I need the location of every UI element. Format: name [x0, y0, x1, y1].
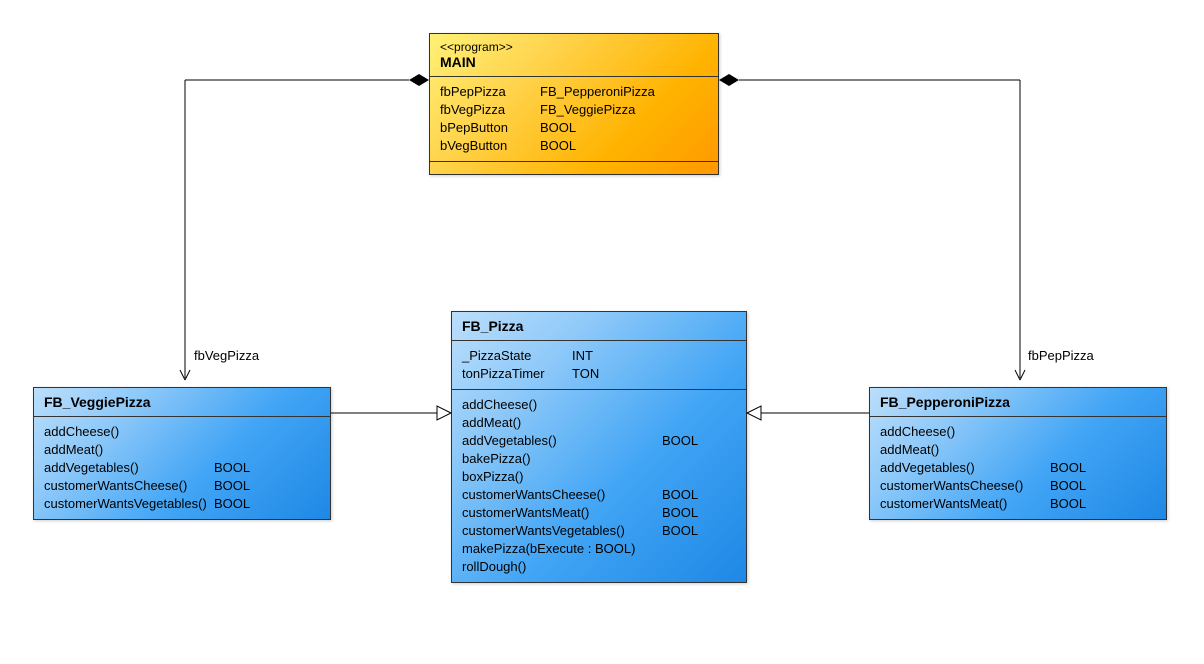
class-pepperoni-header: FB_PepperoniPizza [870, 388, 1166, 417]
method-row: customerWantsCheese()BOOL [880, 477, 1156, 495]
generalization-pepperoni-pizza [747, 406, 869, 420]
attr-name: tonPizzaTimer [462, 365, 572, 383]
class-veggie-header: FB_VeggiePizza [34, 388, 330, 417]
method-name: rollDough() [462, 558, 662, 576]
method-row: boxPizza() [462, 468, 736, 486]
class-main-attrs: fbPepPizzaFB_PepperoniPizza fbVegPizzaFB… [430, 77, 718, 162]
method-name: makePizza(bExecute : BOOL) [462, 540, 662, 558]
method-row: customerWantsMeat()BOOL [880, 495, 1156, 513]
attr-name: fbVegPizza [440, 101, 540, 119]
method-row: addVegetables()BOOL [880, 459, 1156, 477]
class-main-header: <<program>> MAIN [430, 34, 718, 77]
class-pepperoni: FB_PepperoniPizza addCheese() addMeat() … [869, 387, 1167, 520]
attr-type: BOOL [540, 137, 576, 155]
method-row: addCheese() [462, 396, 736, 414]
attr-name: fbPepPizza [440, 83, 540, 101]
method-row: customerWantsCheese()BOOL [44, 477, 320, 495]
attr-row: fbVegPizzaFB_VeggiePizza [440, 101, 708, 119]
method-row: customerWantsVegetables()BOOL [44, 495, 320, 513]
method-type: BOOL [1050, 459, 1086, 477]
attr-name: bPepButton [440, 119, 540, 137]
method-type: BOOL [214, 495, 250, 513]
method-name: customerWantsCheese() [880, 477, 1050, 495]
class-main-methods [430, 162, 718, 174]
method-row: addCheese() [880, 423, 1156, 441]
attr-row: tonPizzaTimerTON [462, 365, 736, 383]
attr-name: bVegButton [440, 137, 540, 155]
method-name: bakePizza() [462, 450, 662, 468]
method-type: BOOL [214, 477, 250, 495]
method-name: customerWantsMeat() [462, 504, 662, 522]
method-type: BOOL [662, 432, 698, 450]
attr-type: FB_PepperoniPizza [540, 83, 655, 101]
class-veggie: FB_VeggiePizza addCheese() addMeat() add… [33, 387, 331, 520]
method-row: addVegetables()BOOL [462, 432, 736, 450]
generalization-veggie-pizza [331, 406, 451, 420]
method-name: addMeat() [462, 414, 662, 432]
class-veggie-methods: addCheese() addMeat() addVegetables()BOO… [34, 417, 330, 519]
method-name: addMeat() [880, 441, 1050, 459]
attr-type: TON [572, 365, 599, 383]
class-pepperoni-methods: addCheese() addMeat() addVegetables()BOO… [870, 417, 1166, 519]
method-type: BOOL [662, 522, 698, 540]
method-name: customerWantsCheese() [44, 477, 214, 495]
class-pizza-name: FB_Pizza [462, 318, 736, 334]
method-type: BOOL [662, 504, 698, 522]
method-name: addCheese() [44, 423, 214, 441]
class-pizza-methods: addCheese() addMeat() addVegetables()BOO… [452, 390, 746, 582]
method-row: addMeat() [44, 441, 320, 459]
attr-row: bVegButtonBOOL [440, 137, 708, 155]
class-main: <<program>> MAIN fbPepPizzaFB_PepperoniP… [429, 33, 719, 175]
class-main-name: MAIN [440, 54, 708, 70]
class-pizza-header: FB_Pizza [452, 312, 746, 341]
method-name: customerWantsVegetables() [44, 495, 214, 513]
class-veggie-name: FB_VeggiePizza [44, 394, 320, 410]
method-row: customerWantsCheese()BOOL [462, 486, 736, 504]
method-row: addMeat() [462, 414, 736, 432]
method-name: addCheese() [880, 423, 1050, 441]
class-pepperoni-name: FB_PepperoniPizza [880, 394, 1156, 410]
class-pizza-attrs: _PizzaStateINT tonPizzaTimerTON [452, 341, 746, 390]
method-row: rollDough() [462, 558, 736, 576]
method-row: addCheese() [44, 423, 320, 441]
method-name: customerWantsMeat() [880, 495, 1050, 513]
label-veg-link: fbVegPizza [194, 348, 259, 363]
method-row: customerWantsMeat()BOOL [462, 504, 736, 522]
method-name: addVegetables() [44, 459, 214, 477]
attr-type: INT [572, 347, 593, 365]
attr-type: FB_VeggiePizza [540, 101, 635, 119]
method-name: boxPizza() [462, 468, 662, 486]
label-pep-link: fbPepPizza [1028, 348, 1094, 363]
method-type: BOOL [1050, 495, 1086, 513]
method-row: makePizza(bExecute : BOOL) [462, 540, 736, 558]
composition-main-pepperoni [719, 74, 1025, 380]
class-pizza: FB_Pizza _PizzaStateINT tonPizzaTimerTON… [451, 311, 747, 583]
method-row: addMeat() [880, 441, 1156, 459]
method-type: BOOL [1050, 477, 1086, 495]
method-name: customerWantsCheese() [462, 486, 662, 504]
method-name: addMeat() [44, 441, 214, 459]
method-row: bakePizza() [462, 450, 736, 468]
composition-main-veggie [180, 74, 429, 380]
attr-row: fbPepPizzaFB_PepperoniPizza [440, 83, 708, 101]
method-type: BOOL [214, 459, 250, 477]
attr-row: bPepButtonBOOL [440, 119, 708, 137]
method-name: customerWantsVegetables() [462, 522, 662, 540]
attr-type: BOOL [540, 119, 576, 137]
class-main-stereotype: <<program>> [440, 40, 708, 54]
method-name: addCheese() [462, 396, 662, 414]
method-name: addVegetables() [880, 459, 1050, 477]
method-row: addVegetables()BOOL [44, 459, 320, 477]
attr-row: _PizzaStateINT [462, 347, 736, 365]
method-name: addVegetables() [462, 432, 662, 450]
attr-name: _PizzaState [462, 347, 572, 365]
method-type: BOOL [662, 486, 698, 504]
method-row: customerWantsVegetables()BOOL [462, 522, 736, 540]
